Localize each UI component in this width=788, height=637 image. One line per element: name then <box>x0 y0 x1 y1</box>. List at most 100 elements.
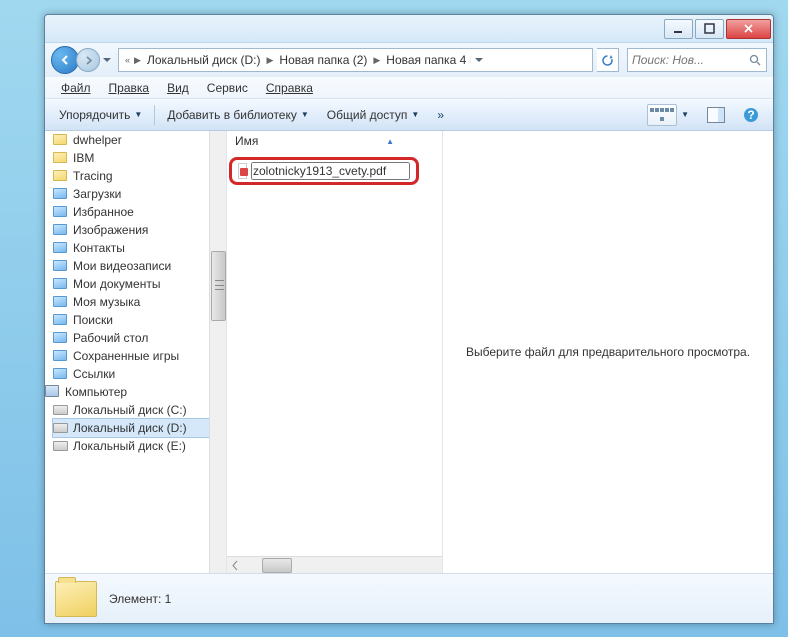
tree-item[interactable]: IBM <box>53 149 226 167</box>
breadcrumb-item[interactable]: Новая папка 4 <box>382 51 470 69</box>
chevron-right-icon: ▶ <box>265 55 276 66</box>
toolbar: Упорядочить▼ Добавить в библиотеку▼ Общи… <box>45 99 773 131</box>
tree-item[interactable]: Рабочий стол <box>53 329 226 347</box>
tree-item[interactable]: Локальный диск (D:) <box>53 419 226 437</box>
search-box[interactable] <box>627 48 767 72</box>
close-button[interactable] <box>726 19 771 39</box>
tree-item[interactable]: Локальный диск (C:) <box>53 401 226 419</box>
minimize-button[interactable] <box>664 19 693 39</box>
file-row[interactable] <box>229 157 419 185</box>
nav-tree: dwhelper IBM Tracing Загрузки Избранное Изобр… <box>45 131 227 573</box>
menubar: Файл Правка Вид Сервис Справка <box>45 77 773 99</box>
menu-file[interactable]: Файл <box>53 79 99 97</box>
special-folder-icon <box>53 294 69 310</box>
breadcrumb-item[interactable]: Локальный диск (D:) <box>143 51 265 69</box>
share-button[interactable]: Общий доступ▼ <box>319 104 428 126</box>
nav-history-dropdown[interactable] <box>100 51 114 69</box>
help-icon: ? <box>743 107 759 123</box>
tree-item[interactable]: Изображения <box>53 221 226 239</box>
tree-item-label: IBM <box>73 151 94 165</box>
tree-item-label: Сохраненные игры <box>73 349 179 363</box>
toolbar-overflow[interactable]: » <box>429 104 452 126</box>
preview-pane: Выберите файл для предварительного просм… <box>443 131 773 573</box>
special-folder-icon <box>53 222 69 238</box>
folder-icon <box>55 581 97 617</box>
tree-item[interactable]: Моя музыка <box>53 293 226 311</box>
tree-item[interactable]: Мои видеозаписи <box>53 257 226 275</box>
add-to-library-button[interactable]: Добавить в библиотеку▼ <box>159 104 316 126</box>
tree-item-label: Мои видеозаписи <box>73 259 171 273</box>
tree-item[interactable]: Tracing <box>53 167 226 185</box>
tree-item[interactable]: Поиски <box>53 311 226 329</box>
tree-item[interactable]: Ссылки <box>53 365 226 383</box>
tree-item[interactable]: Локальный диск (E:) <box>53 437 226 455</box>
menu-help[interactable]: Справка <box>258 79 321 97</box>
tree-item-label: Рабочий стол <box>73 331 148 345</box>
tree-item-label: Мои документы <box>73 277 160 291</box>
help-button[interactable]: ? <box>735 103 767 127</box>
special-folder-icon <box>53 186 69 202</box>
menu-view[interactable]: Вид <box>159 79 197 97</box>
titlebar <box>45 15 773 43</box>
chevron-right-icon: ▶ <box>132 55 143 66</box>
organize-button[interactable]: Упорядочить▼ <box>51 104 150 126</box>
tree-scrollbar[interactable] <box>209 131 226 573</box>
tree-item-label: Tracing <box>73 169 113 183</box>
computer-icon <box>45 384 61 400</box>
folder-icon <box>53 168 69 184</box>
back-button[interactable] <box>51 46 79 74</box>
tree-item-label: Избранное <box>73 205 134 219</box>
explorer-window: « ▶ Локальный диск (D:) ▶ Новая папка (2… <box>44 14 774 624</box>
separator <box>154 105 155 125</box>
scrollbar-thumb[interactable] <box>262 558 292 573</box>
tree-item-label: Ссылки <box>73 367 115 381</box>
tree-item-label: Контакты <box>73 241 125 255</box>
special-folder-icon <box>53 204 69 220</box>
breadcrumb-item[interactable]: Новая папка (2) <box>275 51 371 69</box>
search-icon <box>749 54 762 67</box>
tree-item[interactable]: dwhelper <box>53 131 226 149</box>
breadcrumb-overflow[interactable]: « <box>123 55 132 65</box>
drive-icon <box>53 438 69 454</box>
breadcrumb[interactable]: « ▶ Локальный диск (D:) ▶ Новая папка (2… <box>118 48 593 72</box>
scroll-left-icon[interactable] <box>227 557 244 574</box>
preview-pane-icon <box>707 107 725 123</box>
tree-item[interactable]: Избранное <box>53 203 226 221</box>
column-header-name[interactable]: Имя▲ <box>235 131 434 151</box>
maximize-button[interactable] <box>695 19 724 39</box>
address-bar: « ▶ Локальный диск (D:) ▶ Новая папка (2… <box>45 43 773 77</box>
special-folder-icon <box>53 240 69 256</box>
preview-hint: Выберите файл для предварительного просм… <box>466 345 750 359</box>
tree-item-label: Локальный диск (D:) <box>73 421 187 435</box>
tree-item[interactable]: Компьютер <box>45 383 226 401</box>
search-input[interactable] <box>632 53 749 67</box>
path-dropdown[interactable] <box>470 58 486 63</box>
view-icon <box>647 104 677 126</box>
special-folder-icon <box>53 366 69 382</box>
file-list: Имя▲ <box>227 131 443 573</box>
drive-icon <box>53 420 69 436</box>
tree-item-label: Локальный диск (C:) <box>73 403 187 417</box>
tree-item-label: Моя музыка <box>73 295 140 309</box>
menu-edit[interactable]: Правка <box>101 79 158 97</box>
chevron-right-icon: ▶ <box>371 55 382 66</box>
tree-item[interactable]: Мои документы <box>53 275 226 293</box>
horizontal-scrollbar[interactable] <box>227 556 442 573</box>
view-options-button[interactable]: ▼ <box>639 100 697 130</box>
tree-item[interactable]: Загрузки <box>53 185 226 203</box>
refresh-button[interactable] <box>597 48 619 72</box>
forward-button[interactable] <box>76 48 100 72</box>
tree-item[interactable]: Сохраненные игры <box>53 347 226 365</box>
scrollbar-thumb[interactable] <box>211 251 226 321</box>
tree-item-label: Загрузки <box>73 187 121 201</box>
sort-arrow-icon: ▲ <box>386 137 394 146</box>
filename-rename-input[interactable] <box>251 162 410 180</box>
item-count: Элемент: 1 <box>109 592 171 606</box>
preview-pane-button[interactable] <box>699 103 733 127</box>
tree-item[interactable]: Контакты <box>53 239 226 257</box>
folder-icon <box>53 150 69 166</box>
tree-item-label: Изображения <box>73 223 148 237</box>
menu-tools[interactable]: Сервис <box>199 79 256 97</box>
tree-item-label: Компьютер <box>65 385 127 399</box>
drive-icon <box>53 402 69 418</box>
